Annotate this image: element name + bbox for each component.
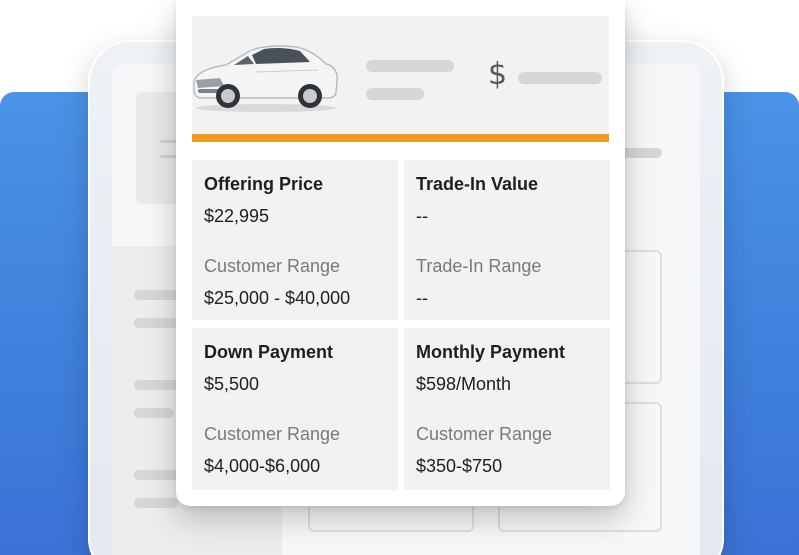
background-placeholder-line bbox=[134, 408, 174, 418]
cell-title: Offering Price bbox=[204, 174, 324, 194]
offering-price-cell: Offering Price $22,995 Customer Range $2… bbox=[192, 160, 398, 320]
down-payment-cell: Down Payment $5,500 Customer Range $4,00… bbox=[192, 328, 398, 490]
cell-range-value: -- bbox=[416, 288, 428, 308]
cell-value: $5,500 bbox=[204, 374, 260, 394]
cell-title: Monthly Payment bbox=[416, 342, 566, 362]
dollar-icon: $ bbox=[488, 57, 508, 92]
cell-value: -- bbox=[416, 206, 428, 226]
cell-range-label: Trade-In Range bbox=[416, 256, 542, 276]
cell-value: $598/Month bbox=[416, 374, 512, 394]
background-placeholder-line bbox=[134, 498, 178, 508]
trade-in-value-cell: Trade-In Value -- Trade-In Range -- bbox=[404, 160, 610, 320]
placeholder-line bbox=[366, 88, 424, 100]
vehicle-pricing-card: $ Offering Price $22,995 Customer Range … bbox=[176, 0, 625, 506]
cell-range-label: Customer Range bbox=[204, 424, 341, 444]
placeholder-line bbox=[366, 60, 454, 72]
background-placeholder-line bbox=[134, 318, 178, 328]
monthly-payment-cell: Monthly Payment $598/Month Customer Rang… bbox=[404, 328, 610, 490]
cell-range-value: $25,000 - $40,000 bbox=[204, 288, 351, 308]
cell-range-value: $350-$750 bbox=[416, 456, 503, 476]
cell-range-value: $4,000-$6,000 bbox=[204, 456, 321, 476]
cell-range-label: Customer Range bbox=[204, 256, 341, 276]
cell-title: Trade-In Value bbox=[416, 174, 539, 194]
cell-value: $22,995 bbox=[204, 206, 270, 226]
placeholder-line bbox=[518, 72, 602, 84]
cell-range-label: Customer Range bbox=[416, 424, 553, 444]
car-icon bbox=[193, 45, 338, 112]
cell-title: Down Payment bbox=[204, 342, 334, 362]
vehicle-header: $ bbox=[192, 16, 609, 142]
accent-bar bbox=[192, 134, 609, 142]
